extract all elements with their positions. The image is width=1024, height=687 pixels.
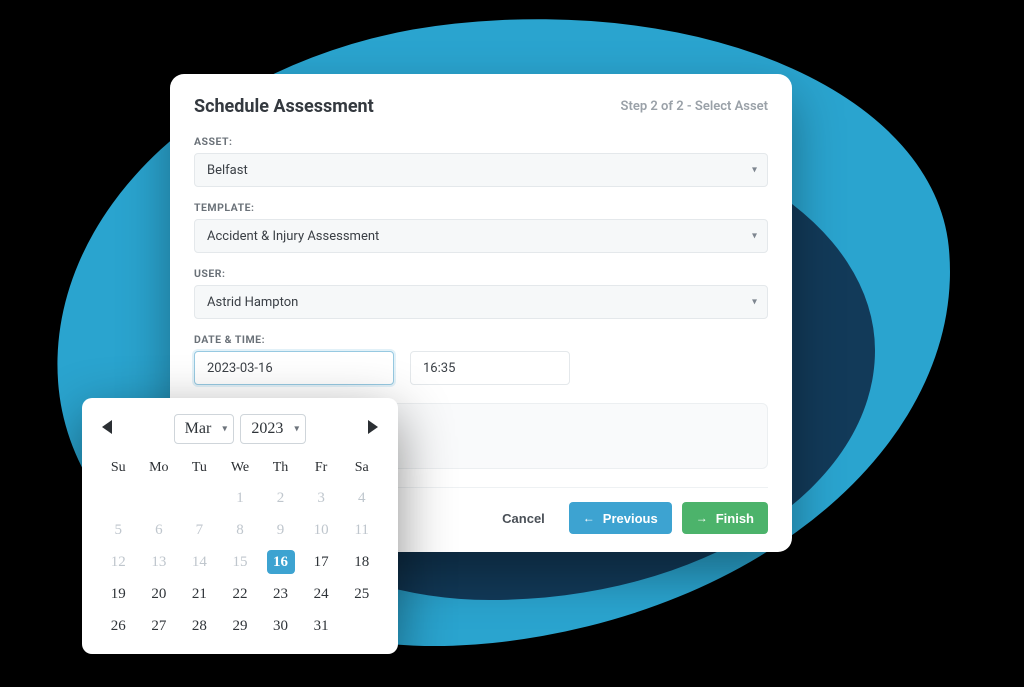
day-cell[interactable]: 7 [179, 514, 220, 546]
weekday-header: Tu [179, 454, 220, 482]
finish-button-label: Finish [716, 511, 754, 526]
day-cell[interactable]: 22 [220, 578, 261, 610]
month-select-value: Mar [185, 420, 212, 438]
date-input[interactable]: 2023-03-16 [194, 351, 394, 385]
datepicker-grid: SuMoTuWeThFrSa 1234567891011121314151617… [98, 454, 382, 642]
year-select[interactable]: 2023 ▾ [240, 414, 306, 444]
day-cell[interactable]: 16 [260, 546, 301, 578]
datetime-label: DATE & TIME: [194, 333, 768, 346]
day-cell[interactable]: 6 [139, 514, 180, 546]
time-input-value: 16:35 [423, 361, 455, 376]
asset-select[interactable]: Belfast ▾ [194, 153, 768, 187]
prev-month-button[interactable] [102, 420, 112, 434]
weekday-header: Th [260, 454, 301, 482]
day-cell[interactable]: 15 [220, 546, 261, 578]
time-input[interactable]: 16:35 [410, 351, 570, 385]
previous-button[interactable]: ← Previous [569, 502, 672, 534]
day-cell[interactable]: 31 [301, 610, 342, 642]
day-cell[interactable]: 18 [341, 546, 382, 578]
day-cell[interactable]: 24 [301, 578, 342, 610]
cancel-button[interactable]: Cancel [488, 502, 559, 534]
day-cell[interactable]: 11 [341, 514, 382, 546]
day-cell[interactable]: 26 [98, 610, 139, 642]
finish-button[interactable]: → Finish [682, 502, 768, 534]
template-select-value: Accident & Injury Assessment [207, 229, 379, 244]
weekday-header: We [220, 454, 261, 482]
user-select[interactable]: Astrid Hampton ▾ [194, 285, 768, 319]
modal-title: Schedule Assessment [194, 96, 374, 117]
day-cell[interactable]: 4 [341, 482, 382, 514]
day-cell[interactable]: 25 [341, 578, 382, 610]
day-cell[interactable]: 21 [179, 578, 220, 610]
next-month-button[interactable] [368, 420, 378, 434]
chevron-down-icon: ▾ [752, 165, 757, 176]
day-cell[interactable]: 20 [139, 578, 180, 610]
day-cell[interactable]: 10 [301, 514, 342, 546]
day-cell[interactable]: 29 [220, 610, 261, 642]
day-cell[interactable]: 2 [260, 482, 301, 514]
day-cell[interactable]: 3 [301, 482, 342, 514]
arrow-left-icon: ← [583, 511, 595, 525]
day-cell[interactable]: 8 [220, 514, 261, 546]
chevron-down-icon: ▾ [752, 297, 757, 308]
day-cell[interactable]: 27 [139, 610, 180, 642]
asset-label: ASSET: [194, 135, 768, 148]
modal-step-indicator: Step 2 of 2 - Select Asset [621, 99, 768, 114]
day-cell[interactable]: 5 [98, 514, 139, 546]
day-cell[interactable]: 19 [98, 578, 139, 610]
chevron-down-icon: ▾ [222, 424, 227, 435]
day-cell[interactable]: 14 [179, 546, 220, 578]
date-input-value: 2023-03-16 [207, 361, 273, 376]
user-label: USER: [194, 267, 768, 280]
year-select-value: 2023 [251, 420, 283, 438]
weekday-header: Su [98, 454, 139, 482]
day-cell[interactable]: 1 [220, 482, 261, 514]
chevron-down-icon: ▾ [294, 424, 299, 435]
day-cell[interactable]: 13 [139, 546, 180, 578]
weekday-header: Sa [341, 454, 382, 482]
arrow-right-icon: → [696, 511, 708, 525]
day-cell[interactable]: 17 [301, 546, 342, 578]
day-cell[interactable]: 12 [98, 546, 139, 578]
day-cell[interactable]: 28 [179, 610, 220, 642]
weekday-header: Fr [301, 454, 342, 482]
day-cell[interactable]: 30 [260, 610, 301, 642]
user-select-value: Astrid Hampton [207, 295, 298, 310]
asset-select-value: Belfast [207, 163, 248, 178]
month-select[interactable]: Mar ▾ [174, 414, 235, 444]
day-cell[interactable]: 23 [260, 578, 301, 610]
previous-button-label: Previous [603, 511, 658, 526]
datepicker-popover: Mar ▾ 2023 ▾ SuMoTuWeThFrSa 123456789101… [82, 398, 398, 654]
template-label: TEMPLATE: [194, 201, 768, 214]
day-cell[interactable]: 9 [260, 514, 301, 546]
weekday-header: Mo [139, 454, 180, 482]
template-select[interactable]: Accident & Injury Assessment ▾ [194, 219, 768, 253]
chevron-down-icon: ▾ [752, 231, 757, 242]
